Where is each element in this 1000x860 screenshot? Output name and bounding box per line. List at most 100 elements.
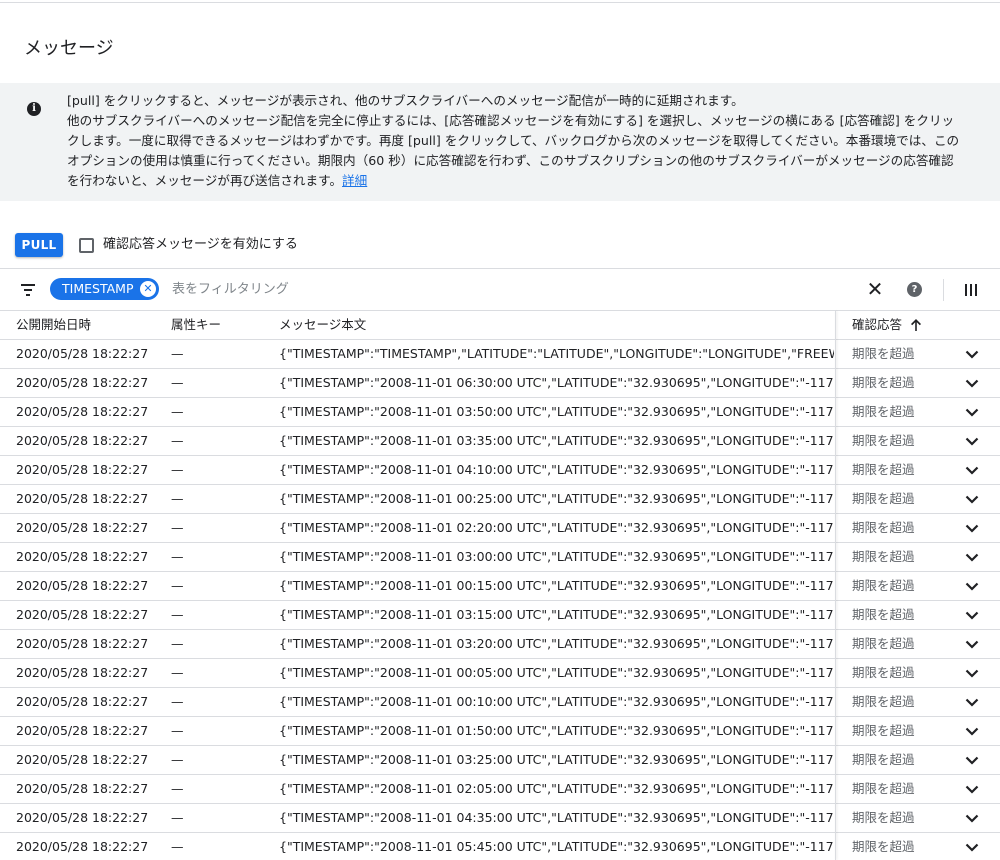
- ack-status-cell: 期限を超過: [852, 694, 915, 709]
- enable-ack-label[interactable]: 確認応答メッセージを有効にする: [103, 236, 298, 254]
- info-line: を行わないと、メッセージが再び送信されます。: [67, 173, 343, 188]
- publish-time-cell: 2020/05/28 18:22:27: [16, 520, 149, 535]
- attribute-key-cell: —: [171, 636, 184, 651]
- column-header-attribute-key[interactable]: 属性キー: [171, 317, 221, 333]
- chevron-down-icon[interactable]: [958, 804, 986, 832]
- message-body-cell: {"TIMESTAMP":"2008-11-01 03:20:00 UTC","…: [279, 636, 834, 651]
- enable-ack-checkbox[interactable]: [79, 238, 94, 253]
- publish-time-cell: 2020/05/28 18:22:27: [16, 433, 149, 448]
- column-header-ack[interactable]: 確認応答: [852, 317, 902, 333]
- table-row[interactable]: 2020/05/28 18:22:27 — {"TIMESTAMP":"2008-1…: [0, 630, 1000, 659]
- chevron-down-icon[interactable]: [958, 485, 986, 513]
- chevron-down-icon[interactable]: [958, 514, 986, 542]
- info-line: 他のサブスクライバーへのメッセージ配信を完全に停止するには、[応答確認メッセージ…: [67, 113, 955, 128]
- table-row[interactable]: 2020/05/28 18:22:27 — {"TIMESTAMP":"2008-1…: [0, 572, 1000, 601]
- publish-time-cell: 2020/05/28 18:22:27: [16, 462, 149, 477]
- attribute-key-cell: —: [171, 607, 184, 622]
- chevron-down-icon[interactable]: [958, 833, 986, 860]
- ack-status-cell: 期限を超過: [852, 636, 915, 651]
- help-icon[interactable]: ?: [907, 282, 922, 297]
- message-body-cell: {"TIMESTAMP":"2008-11-01 03:50:00 UTC","…: [279, 404, 834, 419]
- attribute-key-cell: —: [171, 723, 184, 738]
- info-line: [pull] をクリックすると、メッセージが表示され、他のサブスクライバーへのメ…: [67, 93, 744, 108]
- message-body-cell: {"TIMESTAMP":"2008-11-01 03:25:00 UTC","…: [279, 752, 834, 767]
- message-body-cell: {"TIMESTAMP":"2008-11-01 06:30:00 UTC","…: [279, 375, 834, 390]
- ack-status-cell: 期限を超過: [852, 404, 915, 419]
- info-icon: i: [27, 102, 41, 116]
- ack-status-cell: 期限を超過: [852, 752, 915, 767]
- message-body-cell: {"TIMESTAMP":"2008-11-01 00:15:00 UTC","…: [279, 578, 834, 593]
- publish-time-cell: 2020/05/28 18:22:27: [16, 491, 149, 506]
- table-row[interactable]: 2020/05/28 18:22:27 — {"TIMESTAMP":"2008-1…: [0, 369, 1000, 398]
- column-display-icon[interactable]: [965, 284, 977, 296]
- chevron-down-icon[interactable]: [958, 456, 986, 484]
- chevron-down-icon[interactable]: [958, 340, 986, 368]
- chevron-down-icon[interactable]: [958, 369, 986, 397]
- info-line-last: を行わないと、メッセージが再び送信されます。詳細: [67, 171, 982, 191]
- pull-button[interactable]: PULL: [15, 233, 63, 257]
- chevron-down-icon[interactable]: [958, 746, 986, 774]
- table-row[interactable]: 2020/05/28 18:22:27 — {"TIMESTAMP":"2008-1…: [0, 659, 1000, 688]
- publish-time-cell: 2020/05/28 18:22:27: [16, 549, 149, 564]
- ack-status-cell: 期限を超過: [852, 781, 915, 796]
- table-row[interactable]: 2020/05/28 18:22:27 — {"TIMESTAMP":"2008-1…: [0, 456, 1000, 485]
- publish-time-cell: 2020/05/28 18:22:27: [16, 578, 149, 593]
- chevron-down-icon[interactable]: [958, 775, 986, 803]
- chevron-down-icon[interactable]: [958, 427, 986, 455]
- filter-icon[interactable]: [21, 284, 35, 296]
- attribute-key-cell: —: [171, 404, 184, 419]
- chevron-down-icon[interactable]: [958, 572, 986, 600]
- table-row[interactable]: 2020/05/28 18:22:27 — {"TIMESTAMP":"2008-1…: [0, 398, 1000, 427]
- filter-bar-divider: [0, 268, 1000, 269]
- ack-status-cell: 期限を超過: [852, 549, 915, 564]
- chevron-down-icon[interactable]: [958, 543, 986, 571]
- attribute-key-cell: —: [171, 462, 184, 477]
- learn-more-link[interactable]: 詳細: [342, 173, 367, 188]
- chevron-down-icon[interactable]: [958, 398, 986, 426]
- table-row[interactable]: 2020/05/28 18:22:27 — {"TIMESTAMP":"TIMEST…: [0, 340, 1000, 369]
- attribute-key-cell: —: [171, 578, 184, 593]
- message-body-cell: {"TIMESTAMP":"2008-11-01 04:10:00 UTC","…: [279, 462, 834, 477]
- chevron-down-icon[interactable]: [958, 630, 986, 658]
- chevron-down-icon[interactable]: [958, 659, 986, 687]
- message-body-cell: {"TIMESTAMP":"2008-11-01 05:45:00 UTC","…: [279, 839, 834, 854]
- chevron-down-icon[interactable]: [958, 688, 986, 716]
- filter-chip[interactable]: TIMESTAMP ✕: [50, 278, 159, 300]
- table-filter-input[interactable]: [172, 279, 852, 299]
- cancel-icon[interactable]: ✕: [140, 281, 156, 297]
- table-row[interactable]: 2020/05/28 18:22:27 — {"TIMESTAMP":"2008-1…: [0, 775, 1000, 804]
- table-row[interactable]: 2020/05/28 18:22:27 — {"TIMESTAMP":"2008-1…: [0, 688, 1000, 717]
- table-row[interactable]: 2020/05/28 18:22:27 — {"TIMESTAMP":"2008-1…: [0, 485, 1000, 514]
- ack-status-cell: 期限を超過: [852, 433, 915, 448]
- column-header-publish-time[interactable]: 公開開始日時: [16, 317, 91, 333]
- message-body-cell: {"TIMESTAMP":"2008-11-01 00:10:00 UTC","…: [279, 694, 834, 709]
- message-body-cell: {"TIMESTAMP":"2008-11-01 03:35:00 UTC","…: [279, 433, 834, 448]
- table-row[interactable]: 2020/05/28 18:22:27 — {"TIMESTAMP":"2008-1…: [0, 833, 1000, 860]
- attribute-key-cell: —: [171, 665, 184, 680]
- publish-time-cell: 2020/05/28 18:22:27: [16, 694, 149, 709]
- publish-time-cell: 2020/05/28 18:22:27: [16, 607, 149, 622]
- publish-time-cell: 2020/05/28 18:22:27: [16, 665, 149, 680]
- table-row[interactable]: 2020/05/28 18:22:27 — {"TIMESTAMP":"2008-1…: [0, 717, 1000, 746]
- table-row[interactable]: 2020/05/28 18:22:27 — {"TIMESTAMP":"2008-1…: [0, 601, 1000, 630]
- table-row[interactable]: 2020/05/28 18:22:27 — {"TIMESTAMP":"2008-1…: [0, 514, 1000, 543]
- filter-chip-label: TIMESTAMP: [62, 281, 134, 296]
- table-row[interactable]: 2020/05/28 18:22:27 — {"TIMESTAMP":"2008-1…: [0, 427, 1000, 456]
- attribute-key-cell: —: [171, 346, 184, 361]
- top-divider: [0, 2, 1000, 3]
- ack-status-cell: 期限を超過: [852, 665, 915, 680]
- column-header-message-body[interactable]: メッセージ本文: [279, 317, 366, 333]
- table-row[interactable]: 2020/05/28 18:22:27 — {"TIMESTAMP":"2008-1…: [0, 804, 1000, 833]
- attribute-key-cell: —: [171, 549, 184, 564]
- chevron-down-icon[interactable]: [958, 717, 986, 745]
- table-row[interactable]: 2020/05/28 18:22:27 — {"TIMESTAMP":"2008-1…: [0, 746, 1000, 775]
- ack-status-cell: 期限を超過: [852, 520, 915, 535]
- attribute-key-cell: —: [171, 752, 184, 767]
- publish-time-cell: 2020/05/28 18:22:27: [16, 752, 149, 767]
- chevron-down-icon[interactable]: [958, 601, 986, 629]
- ack-status-cell: 期限を超過: [852, 607, 915, 622]
- arrow-upward-icon[interactable]: [908, 317, 924, 333]
- ack-status-cell: 期限を超過: [852, 491, 915, 506]
- close-icon[interactable]: ✕: [866, 279, 884, 299]
- table-row[interactable]: 2020/05/28 18:22:27 — {"TIMESTAMP":"2008-1…: [0, 543, 1000, 572]
